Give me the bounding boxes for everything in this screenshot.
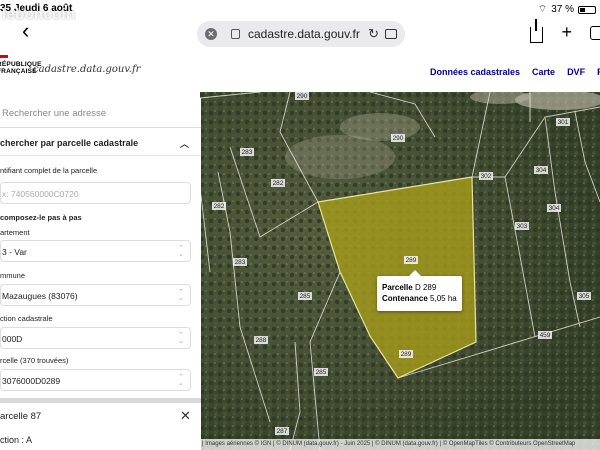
commune-label: mmune — [0, 271, 26, 280]
map-view[interactable]: 283 282 282 283 285 289 289 290 301 302 … — [200, 92, 600, 450]
panel-divider — [0, 398, 201, 403]
main-nav: Données cadastrales Carte DVF FA — [430, 67, 600, 77]
parcel-number: 289 — [401, 351, 412, 358]
search-panel: Rechercher une adresse chercher par parc… — [0, 98, 201, 450]
url-text[interactable]: cadastre.data.gouv.fr — [248, 27, 368, 41]
parcel-number: 283 — [235, 259, 246, 266]
parcel-number: 289 — [406, 257, 417, 264]
section-value: 000D — [2, 334, 23, 344]
status-right: ⌔ 37 % — [538, 3, 596, 16]
battery-percent: 37 % — [551, 4, 574, 15]
parcel-number: 302 — [481, 173, 492, 180]
popup-contenance-value: 5,05 ha — [430, 294, 457, 303]
map-canvas[interactable]: 283 282 282 283 285 289 289 290 301 302 … — [200, 92, 600, 450]
parcel-number: 290 — [297, 93, 308, 100]
chevron-updown-icon: ⌃ ⌄ — [178, 245, 184, 258]
parcel-number: 285 — [300, 293, 311, 300]
share-icon[interactable] — [530, 18, 544, 43]
chevron-updown-icon: ⌃ ⌄ — [178, 374, 184, 387]
accordion-parcelle[interactable]: chercher par parcelle cadastrale ︿ — [0, 132, 201, 156]
address-search-input[interactable]: Rechercher une adresse — [0, 98, 201, 128]
parcel-number: 290 — [393, 135, 404, 142]
identifiant-label: ntifiant complet de la parcelle — [0, 166, 98, 175]
lock-icon — [231, 29, 240, 39]
parcel-number: 304 — [549, 205, 560, 212]
commune-value: Mazaugues (83076) — [2, 291, 78, 301]
popup-parcelle-value: D 289 — [414, 283, 437, 292]
clearing — [340, 113, 420, 141]
identifiant-input[interactable]: x: 740560000C0720 — [0, 182, 191, 204]
reload-icon[interactable]: ↻ — [368, 26, 379, 42]
parcelle-label: rcelle (370 trouvées) — [0, 356, 69, 365]
popup-contenance-label: Contenance — [382, 294, 428, 303]
nav-carte[interactable]: Carte — [532, 67, 555, 77]
commune-select[interactable]: Mazaugues (83076) ⌃ ⌄ — [0, 284, 191, 306]
parcel-number: 282 — [214, 203, 225, 210]
close-icon[interactable]: ✕ — [180, 408, 191, 424]
new-tab-button[interactable]: + — [561, 22, 572, 43]
section-label: ction cadastrale — [0, 314, 53, 323]
battery-icon — [578, 5, 596, 14]
chevron-up-icon[interactable]: ︿ — [180, 137, 189, 150]
browser-toolbar: ‹ ✕ cadastre.data.gouv.fr ↻ + — [0, 18, 600, 48]
status-bar: 35 Jeudi 6 août ⌔ 37 % — [0, 0, 600, 18]
chevron-updown-icon: ⌃ ⌄ — [178, 332, 184, 345]
popup-parcelle-label: Parcelle — [382, 283, 413, 292]
site-brand[interactable]: cadastre.data.gouv.fr — [33, 64, 140, 75]
reader-icon[interactable] — [385, 29, 397, 39]
parcel-popup: Parcelle D 289 Contenance 5,05 ha — [377, 270, 462, 311]
toolbar-actions: + — [530, 18, 600, 43]
back-button[interactable]: ‹ — [22, 20, 29, 42]
parcelle-select[interactable]: 3076000D0289 ⌃ ⌄ — [0, 369, 191, 391]
compose-label: composez-le pas à pas — [0, 213, 82, 222]
map-attribution[interactable]: | Images aériennes © IGN | © DINUM (data… — [200, 439, 600, 450]
parcel-card-section: ction : A — [0, 435, 33, 445]
address-bar[interactable]: ✕ cadastre.data.gouv.fr ↻ — [197, 21, 405, 47]
site-header: RÉPUBLIQUE FRANÇAISE cadastre.data.gouv.… — [0, 48, 600, 92]
parcel-number: 301 — [558, 119, 569, 126]
parcel-number: 283 — [242, 149, 253, 156]
chevron-updown-icon: ⌃ ⌄ — [178, 289, 184, 302]
parcel-number: 282 — [273, 180, 284, 187]
parcel-number: 303 — [517, 223, 528, 230]
nav-donnees-cadastrales[interactable]: Données cadastrales — [430, 67, 520, 77]
parcelle-value: 3076000D0289 — [2, 376, 61, 386]
marianne-flag — [0, 55, 8, 58]
departement-label: artement — [0, 228, 30, 237]
accordion-title: chercher par parcelle cadastrale — [0, 138, 139, 148]
parcel-card-title: arcelle 87 — [0, 411, 42, 422]
wifi-icon: ⌔ — [537, 4, 548, 15]
departement-select[interactable]: 3 - Var ⌃ ⌄ — [0, 240, 191, 262]
parcel-number: 288 — [256, 337, 267, 344]
parcel-number: 459 — [540, 332, 551, 339]
nav-dvf[interactable]: DVF — [567, 67, 585, 77]
parcel-number: 304 — [536, 167, 547, 174]
screen: 35 Jeudi 6 août ⌔ 37 % leboncoin ‹ ✕ cad… — [0, 0, 600, 450]
close-icon[interactable]: ✕ — [205, 28, 217, 40]
section-select[interactable]: 000D ⌃ ⌄ — [0, 327, 191, 349]
parcel-number: 305 — [579, 293, 590, 300]
parcel-number: 287 — [277, 428, 288, 435]
departement-value: 3 - Var — [2, 247, 27, 257]
tabs-icon[interactable] — [590, 25, 600, 40]
